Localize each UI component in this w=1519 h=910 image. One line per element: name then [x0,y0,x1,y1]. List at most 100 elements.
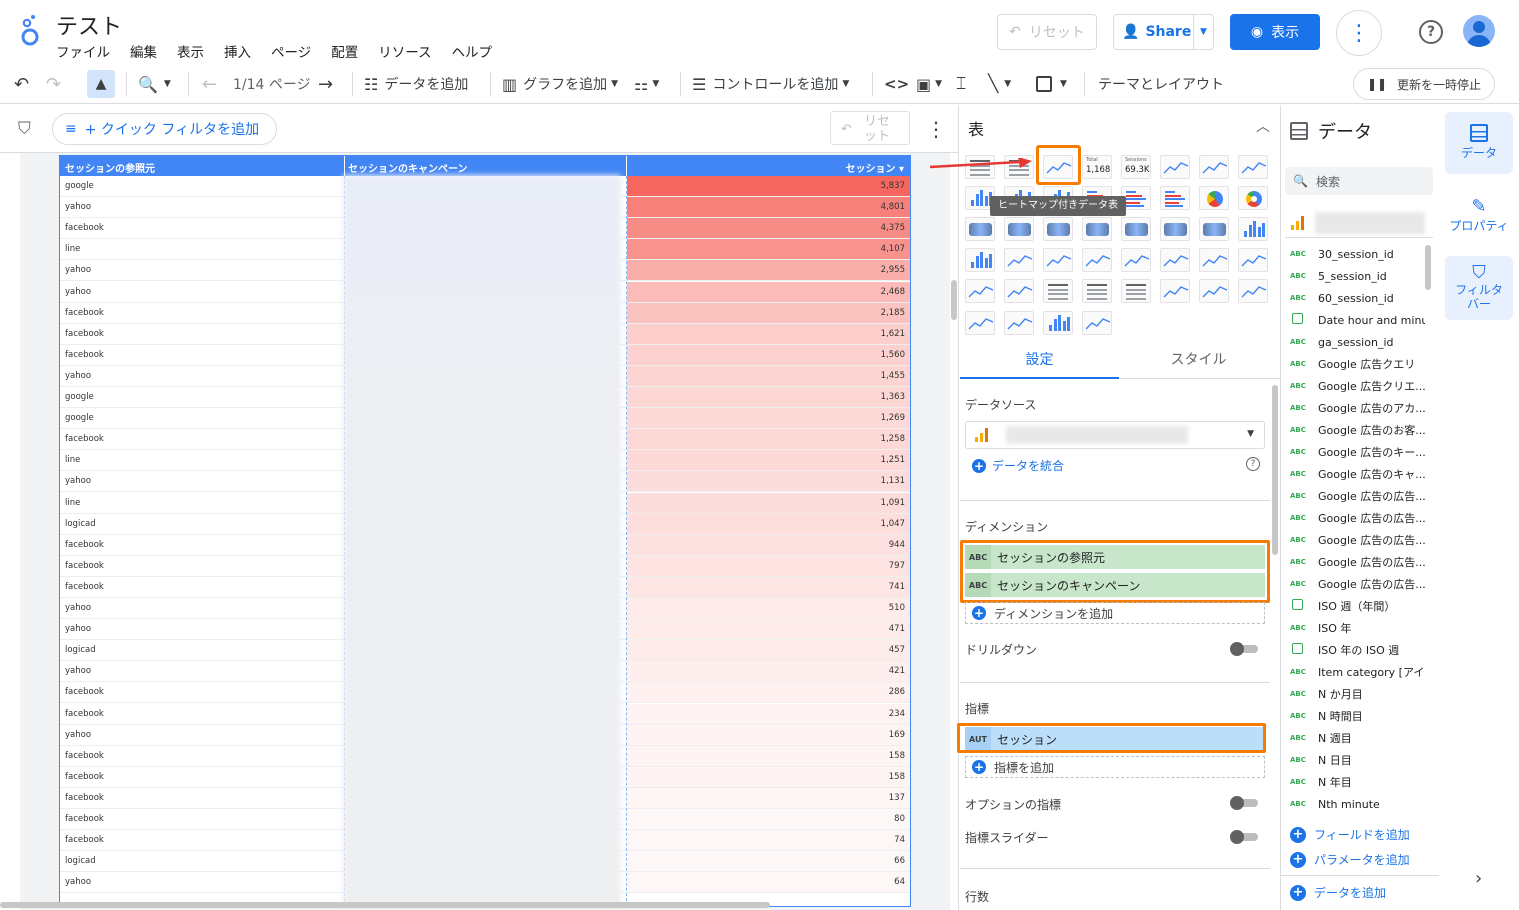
menu-insert[interactable]: 挿入 [224,41,251,61]
data-scrollbar[interactable] [1425,245,1431,290]
field-item[interactable]: ABC 30_session_id [1290,243,1425,265]
report-title[interactable]: テスト [56,9,122,41]
select-cursor-icon[interactable]: ▲ [87,70,115,98]
field-item[interactable]: ABC 5_session_id [1290,265,1425,287]
chart-type-google-maps-line-icon[interactable] [1199,217,1229,241]
field-item[interactable]: ISO 年の ISO 週 [1290,639,1425,661]
chart-type-pie-icon[interactable] [1199,186,1229,210]
undo-icon[interactable]: ↶ [14,64,29,104]
column-header-source[interactable]: セッションの参照元 [65,160,155,175]
field-item[interactable]: ABC ISO 年 [1290,617,1425,639]
add-dimension-button[interactable]: + ディメンションを追加 [965,602,1265,624]
drilldown-toggle[interactable] [1230,642,1258,656]
community-viz-icon[interactable]: ⚏ ▼ [634,64,659,104]
help-icon[interactable]: ? [1419,20,1443,44]
field-item[interactable]: ABC Google 広告のキャ... [1290,463,1425,485]
rail-properties-button[interactable]: ✎ プロパティ [1445,190,1513,246]
expand-right-icon[interactable]: › [1475,868,1482,889]
field-item[interactable]: ABC Google 広告のお客... [1290,419,1425,441]
chart-type-candlestick-icon[interactable] [1082,248,1112,272]
chart-type-boxplot-icon[interactable] [1121,248,1151,272]
field-item[interactable]: ABC N 日目 [1290,749,1425,771]
field-item[interactable]: ABC N 年目 [1290,771,1425,793]
field-item[interactable]: ABC Item category [アイ... [1290,661,1425,683]
chart-type-pivot-icon[interactable] [1043,279,1073,303]
datasource-select[interactable]: ▼ [965,421,1265,449]
chart-type-google-maps-filled-icon[interactable] [1121,217,1151,241]
page-indicator[interactable]: 1/14 ページ [233,64,311,104]
chart-type-area-stacked-icon[interactable] [1199,248,1229,272]
chart-type-timeseries-spark-icon[interactable] [1199,155,1229,179]
share-button[interactable]: 👤 Share ▼ [1113,14,1214,50]
horizontal-scrollbar[interactable] [0,902,770,908]
field-item[interactable]: ISO 週（年間） [1290,595,1425,617]
share-dropdown-icon[interactable]: ▼ [1193,15,1213,49]
field-item[interactable]: ABC Nth minute [1290,793,1425,815]
menu-arrange[interactable]: 配置 [331,41,358,61]
text-box-icon[interactable]: ⌶ [956,64,966,104]
add-parameter-link[interactable]: + パラメータを追加 [1290,851,1410,868]
field-item[interactable]: ABC Google 広告の広告... [1290,573,1425,595]
add-metric-button[interactable]: + 指標を追加 [965,756,1265,778]
chart-type-column-combo-icon[interactable] [965,248,995,272]
chart-type-scorecard-compact-icon[interactable]: Sessions 69.3K [1121,155,1151,179]
avatar[interactable] [1463,15,1495,47]
add-control-button[interactable]: ☰ コントロールを追加 ▼ [692,64,849,104]
field-item[interactable]: ABC Google 広告のキー... [1290,441,1425,463]
redo-icon[interactable]: ↷ [46,64,61,104]
more-vert-icon[interactable]: ⋮ [1336,10,1382,56]
field-item[interactable]: ABC Google 広告クエリ [1290,353,1425,375]
chart-type-waterfall-icon[interactable] [1043,311,1073,335]
optional-metric-toggle[interactable] [1230,796,1258,810]
chart-type-pivot-heat-icon[interactable] [1121,279,1151,303]
chart-type-area-100-icon[interactable] [1238,248,1268,272]
field-item[interactable]: ABC ga_session_id [1290,331,1425,353]
field-item[interactable]: ABC 60_session_id [1290,287,1425,309]
zoom-icon[interactable]: 🔍 ▼ [138,64,171,104]
field-item[interactable]: ABC Google 広告の広告... [1290,529,1425,551]
add-chart-button[interactable]: ▥ グラフを追加 ▼ [502,64,618,104]
add-data-link[interactable]: + データを追加 [1290,884,1386,901]
setup-scrollbar[interactable] [1272,385,1278,555]
next-page-icon[interactable]: → [318,64,333,104]
field-item[interactable]: ABC Google 広告のアカ... [1290,397,1425,419]
filter-icon[interactable]: ⛉ [18,119,31,139]
tab-style[interactable]: スタイル [1119,343,1278,379]
menu-resource[interactable]: リソース [378,41,431,61]
chart-type-line-icon[interactable] [1004,248,1034,272]
menu-page[interactable]: ページ [271,41,311,61]
metric-slider-toggle[interactable] [1230,830,1258,844]
field-item[interactable]: ABC Google 広告の広告... [1290,551,1425,573]
chart-type-column-grouped-icon[interactable] [1238,217,1268,241]
chart-type-line-smooth-icon[interactable] [1043,248,1073,272]
chart-type-pivot-bars-icon[interactable] [1082,279,1112,303]
chart-type-google-maps-heat-icon[interactable] [1160,217,1190,241]
add-field-link[interactable]: + フィールドを追加 [1290,826,1410,843]
add-quick-filter-button[interactable]: ≡ + クイック フィルタを追加 [52,113,277,145]
menu-help[interactable]: ヘルプ [452,41,493,61]
field-search-input[interactable]: 🔍 検索 [1285,167,1433,195]
column-header-sessions[interactable]: セッション ▾ [845,160,904,175]
chart-type-bubble-icon[interactable] [1004,279,1034,303]
rail-data-button[interactable]: データ [1445,112,1513,174]
chart-type-timeseries-smooth-icon[interactable] [1238,155,1268,179]
field-item[interactable]: ABC Google 広告の広告... [1290,507,1425,529]
tab-setup[interactable]: 設定 [960,343,1119,379]
image-icon[interactable]: ▣ ▼ [916,64,942,104]
chart-type-treemap-icon[interactable] [1199,279,1229,303]
column-header-campaign[interactable]: セッションのキャンペーン [348,160,468,175]
rail-filter-bar-button[interactable]: ⛉ フィルタバー [1445,256,1513,320]
field-item[interactable]: ABC Google 広告クリエ... [1290,375,1425,397]
menu-view[interactable]: 表示 [177,41,204,61]
chart-type-geo-filled-icon[interactable] [1004,217,1034,241]
more-vert-icon[interactable]: ⋮ [926,117,946,141]
chart-type-geo-icon[interactable] [965,217,995,241]
chart-type-gauge-alt-icon[interactable] [1004,311,1034,335]
code-embed-icon[interactable]: <> [884,64,909,104]
looker-studio-logo-icon[interactable] [18,14,42,48]
line-icon[interactable]: ╲ ▼ [988,64,1011,104]
field-item[interactable]: Date hour and minute [1290,309,1425,331]
menu-edit[interactable]: 編集 [130,41,157,61]
canvas-reset-button[interactable]: ↶ リセット [830,111,910,145]
chart-type-area-icon[interactable] [1160,248,1190,272]
